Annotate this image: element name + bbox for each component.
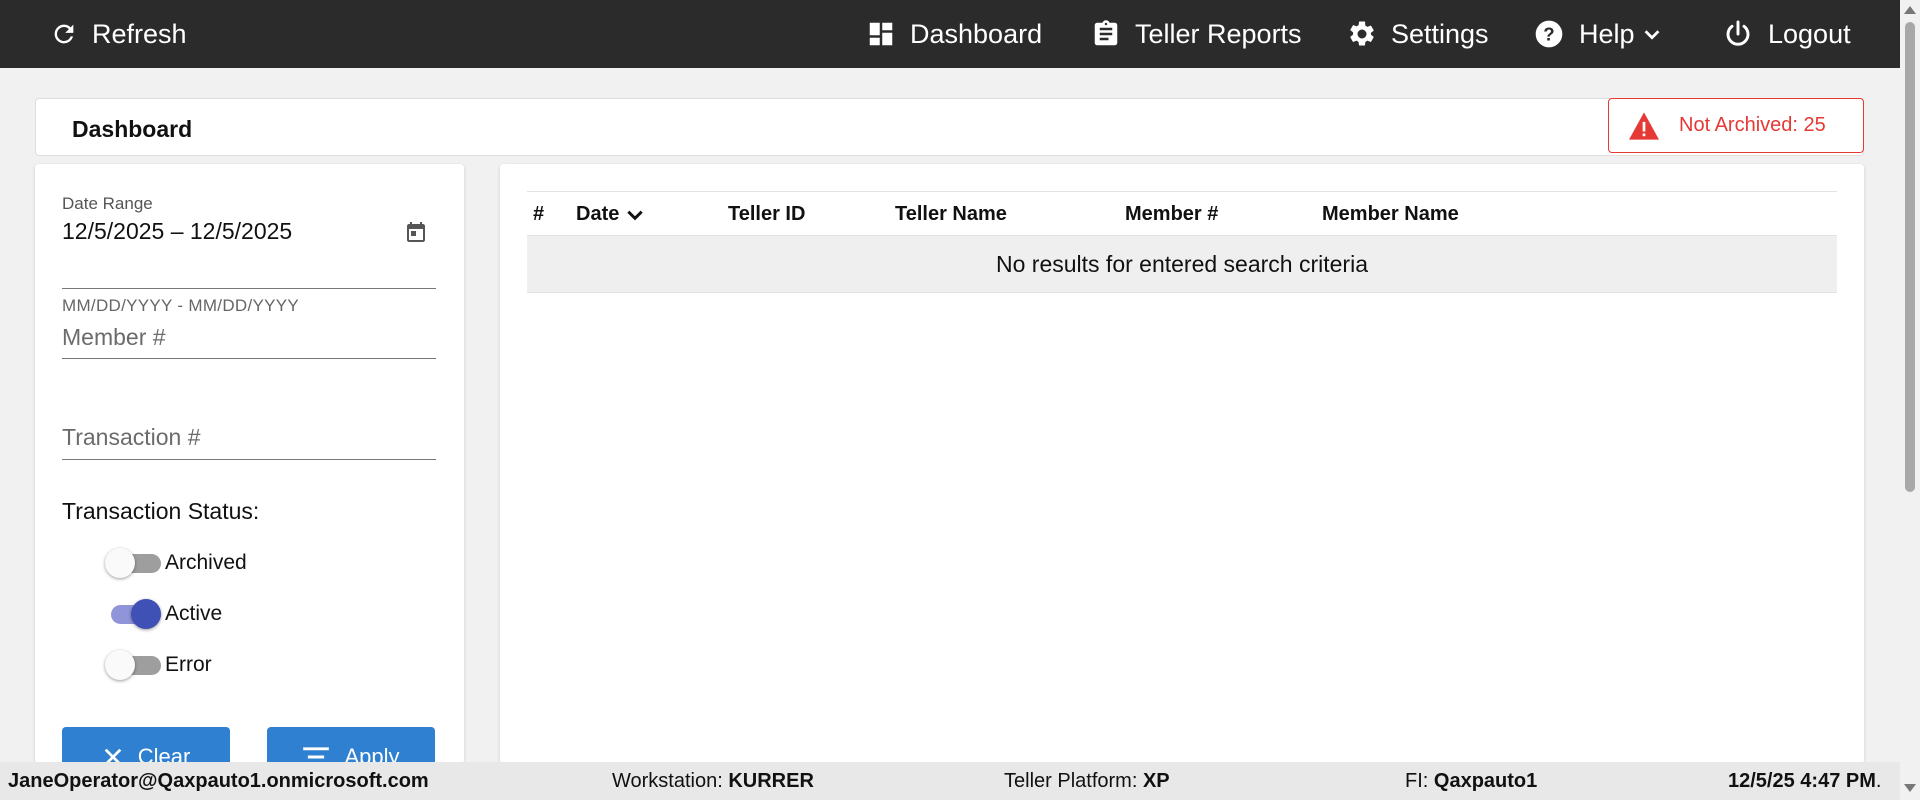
- member-number-field[interactable]: Member #: [62, 324, 436, 366]
- svg-text:?: ?: [1543, 24, 1554, 45]
- refresh-button[interactable]: Refresh: [50, 0, 187, 68]
- nav-logout-label: Logout: [1768, 18, 1851, 49]
- apply-button[interactable]: Apply: [267, 727, 435, 764]
- toggle-archived[interactable]: Archived: [105, 546, 247, 580]
- date-range-value[interactable]: 12/5/2025 – 12/5/2025: [62, 218, 436, 245]
- status-bar: JaneOperator@Qaxpauto1.onmicrosoft.com W…: [0, 762, 1900, 800]
- footer-fi: FI: Qaxpauto1: [1405, 770, 1538, 792]
- sort-descending-icon: [627, 210, 644, 220]
- column-header-number[interactable]: #: [533, 203, 544, 226]
- power-icon: [1726, 20, 1750, 46]
- scroll-up-arrow[interactable]: [1904, 6, 1916, 14]
- column-header-member-name[interactable]: Member Name: [1322, 203, 1459, 226]
- footer-user: JaneOperator@Qaxpauto1.onmicrosoft.com: [8, 770, 429, 792]
- archived-label: Archived: [165, 551, 247, 574]
- not-archived-count: Not Archived: 25: [1679, 114, 1826, 136]
- footer-datetime: 12/5/25 4:47 PM.: [1728, 770, 1882, 792]
- nav-settings[interactable]: Settings: [1347, 0, 1489, 68]
- page-title: Dashboard: [72, 116, 193, 142]
- chevron-down-icon: [1644, 30, 1659, 40]
- dashboard-icon: [869, 22, 893, 46]
- toggle-error[interactable]: Error: [105, 648, 212, 682]
- member-number-underline: [62, 358, 436, 359]
- empty-results-message: No results for entered search criteria: [527, 236, 1837, 293]
- vertical-scrollbar[interactable]: [1900, 0, 1920, 800]
- nav-settings-label: Settings: [1391, 18, 1489, 49]
- not-archived-alert[interactable]: Not Archived: 25: [1608, 98, 1864, 153]
- nav-dashboard-label: Dashboard: [910, 18, 1043, 49]
- refresh-label: Refresh: [92, 18, 187, 49]
- date-range-label: Date Range: [62, 194, 153, 213]
- member-number-placeholder: Member #: [62, 324, 166, 350]
- nav-dashboard[interactable]: Dashboard: [866, 0, 1042, 68]
- help-icon: ?: [1535, 20, 1563, 48]
- active-switch[interactable]: [105, 597, 161, 631]
- error-label: Error: [165, 653, 212, 676]
- results-table: # Date Teller ID Teller Name Member # Me…: [527, 191, 1837, 293]
- column-header-teller-name[interactable]: Teller Name: [895, 203, 1007, 226]
- nav-help-label: Help: [1579, 18, 1635, 49]
- results-panel: # Date Teller ID Teller Name Member # Me…: [500, 164, 1864, 764]
- calendar-icon[interactable]: [404, 220, 428, 244]
- clear-button[interactable]: Clear: [62, 727, 230, 764]
- date-range-underline: [62, 288, 436, 289]
- nav-help[interactable]: ? Help: [1533, 0, 1663, 68]
- column-header-date[interactable]: Date: [576, 203, 645, 226]
- nav-teller-reports-label: Teller Reports: [1135, 18, 1302, 49]
- nav-teller-reports[interactable]: Teller Reports: [1091, 0, 1302, 68]
- scroll-down-arrow[interactable]: [1904, 784, 1916, 792]
- column-header-member-number[interactable]: Member #: [1125, 203, 1218, 226]
- nav-logout[interactable]: Logout: [1722, 0, 1851, 68]
- date-range-field[interactable]: Date Range 12/5/2025 – 12/5/2025 MM/DD/Y…: [62, 194, 436, 315]
- date-range-hint: MM/DD/YYYY - MM/DD/YYYY: [62, 296, 300, 315]
- transaction-number-placeholder: Transaction #: [62, 424, 201, 450]
- gear-icon: [1350, 21, 1374, 46]
- table-header: # Date Teller ID Teller Name Member # Me…: [527, 191, 1837, 236]
- refresh-icon: [54, 24, 74, 44]
- footer-teller-platform: Teller Platform: XP: [1004, 770, 1170, 792]
- top-navigation-bar: Refresh Dashboard Teller Reports Setting…: [0, 0, 1900, 68]
- footer-workstation: Workstation: KURRER: [612, 770, 814, 792]
- transaction-number-field[interactable]: Transaction #: [62, 424, 436, 466]
- warning-icon: [1629, 111, 1659, 140]
- error-switch[interactable]: [105, 648, 161, 682]
- page-header: Dashboard Not Archived: 25: [35, 98, 1864, 156]
- scroll-thumb[interactable]: [1905, 22, 1915, 492]
- transaction-number-underline: [62, 459, 436, 460]
- filter-panel: Date Range 12/5/2025 – 12/5/2025 MM/DD/Y…: [35, 164, 464, 764]
- clipboard-icon: [1094, 20, 1118, 46]
- toggle-active[interactable]: Active: [105, 597, 222, 631]
- clear-label: Clear: [137, 744, 191, 764]
- archived-switch[interactable]: [105, 546, 161, 580]
- transaction-status-heading: Transaction Status:: [62, 498, 260, 524]
- column-header-teller-id[interactable]: Teller ID: [728, 203, 805, 226]
- active-label: Active: [165, 602, 223, 625]
- apply-label: Apply: [344, 744, 400, 764]
